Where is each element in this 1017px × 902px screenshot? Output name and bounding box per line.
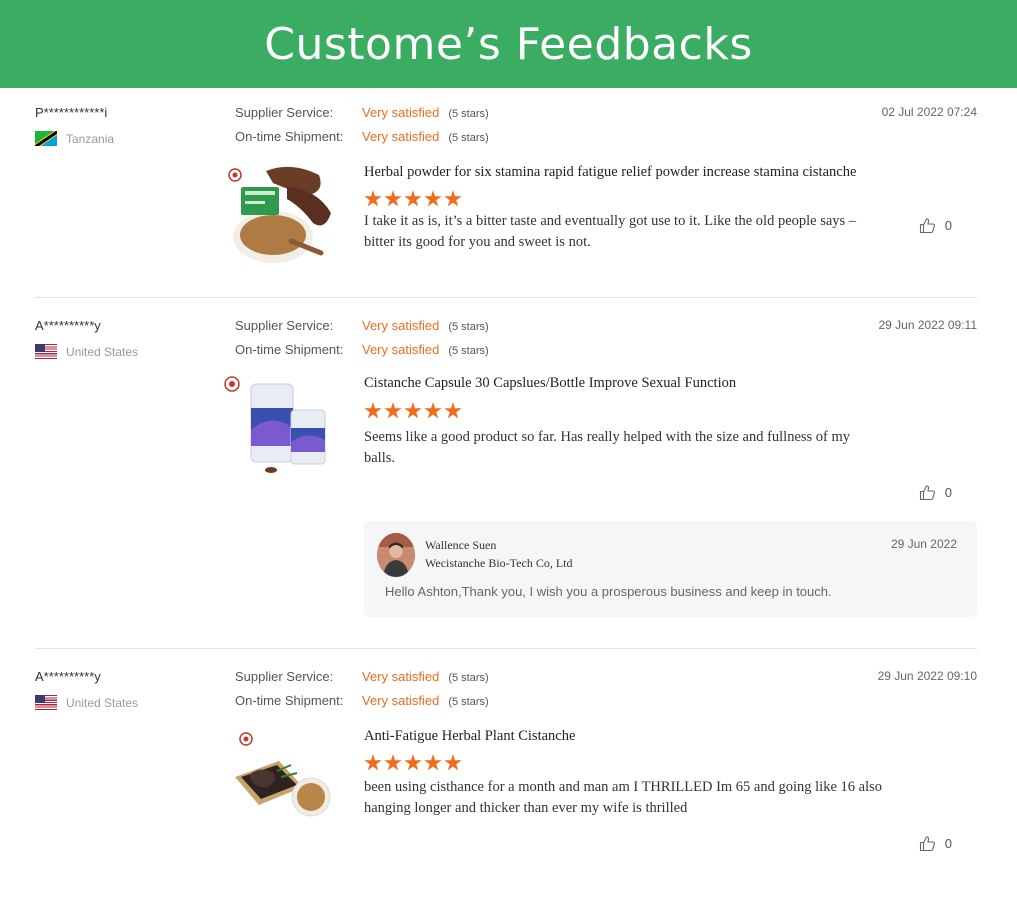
product-thumbnail[interactable] (221, 372, 339, 480)
star-icon (384, 754, 402, 771)
us-flag-icon (35, 695, 57, 710)
review-item: A**********y United States Supplier Serv… (35, 318, 977, 628)
country-name: United States (66, 695, 139, 710)
star-icon (424, 754, 442, 771)
reply-text: Hello Ashton,Thank you, I wish you a pro… (385, 584, 832, 599)
us-flag-icon (35, 344, 57, 359)
buyer-country: United States (35, 695, 138, 710)
product-title[interactable]: Herbal powder for six stamina rapid fati… (364, 164, 856, 181)
ontime-shipment-value: Very satisfied (362, 129, 440, 144)
divider (35, 297, 977, 298)
ontime-shipment-value: Very satisfied (362, 693, 440, 708)
supplier-reply: Wallence Suen Wecistanche Bio-Tech Co, L… (364, 521, 977, 617)
review-date: 29 Jun 2022 09:11 (878, 318, 977, 332)
thumbs-up-icon (919, 218, 935, 234)
star-icon (444, 754, 462, 771)
avatar (377, 533, 415, 577)
ontime-shipment-label: On-time Shipment: (235, 342, 344, 357)
star-icon (384, 190, 402, 207)
star-icon (364, 754, 382, 771)
supplier-service-stars: (5 stars) (448, 672, 489, 684)
reply-company: Wecistanche Bio-Tech Co, Ltd (425, 556, 573, 570)
supplier-service-rating: Supplier Service: Very satisfied (5 star… (235, 105, 489, 120)
review-date: 02 Jul 2022 07:24 (881, 105, 977, 119)
star-icon (424, 190, 442, 207)
star-icon (404, 190, 422, 207)
star-rating (364, 402, 462, 420)
reply-author-name: Wallence Suen (425, 538, 497, 552)
review-text: I take it as is, it’s a bitter taste and… (364, 213, 857, 250)
star-icon (364, 402, 382, 419)
product-thumbnail[interactable] (221, 725, 339, 833)
star-icon (404, 402, 422, 419)
ontime-shipment-value: Very satisfied (362, 342, 440, 357)
supplier-service-value: Very satisfied (362, 318, 440, 333)
buyer-name: A**********y (35, 669, 101, 684)
reply-date: 29 Jun 2022 (890, 537, 957, 551)
ontime-shipment-label: On-time Shipment: (235, 693, 344, 708)
divider (35, 648, 977, 649)
thumbs-up-icon (919, 836, 935, 852)
country-name: Tanzania (66, 131, 115, 146)
product-title[interactable]: Cistanche Capsule 30 Capslues/Bottle Imp… (364, 375, 736, 392)
like-count: 0 (944, 485, 952, 500)
ontime-shipment-stars: (5 stars) (448, 345, 489, 357)
star-rating (364, 190, 462, 208)
ontime-shipment-stars: (5 stars) (448, 132, 489, 144)
buyer-name: P************i (35, 105, 108, 120)
supplier-service-stars: (5 stars) (448, 321, 489, 333)
star-icon (424, 402, 442, 419)
star-icon (444, 190, 462, 207)
review-text: Seems like a good product so far. Has re… (364, 429, 851, 466)
supplier-service-label: Supplier Service: (235, 105, 334, 120)
star-icon (364, 190, 382, 207)
product-title[interactable]: Anti-Fatigue Herbal Plant Cistanche (364, 728, 575, 745)
ontime-shipment-stars: (5 stars) (448, 696, 489, 708)
star-icon (444, 402, 462, 419)
review-date: 29 Jun 2022 09:10 (877, 669, 977, 683)
star-icon (404, 754, 422, 771)
supplier-service-value: Very satisfied (362, 669, 440, 684)
ontime-shipment-label: On-time Shipment: (235, 129, 344, 144)
star-rating (364, 754, 462, 772)
product-thumbnail[interactable] (221, 161, 339, 269)
tanzania-flag-icon (35, 131, 57, 146)
page-title: Custome’s Feedbacks (264, 18, 753, 70)
review-item: P************i Tanzania Supplier Service… (35, 105, 977, 280)
like-button[interactable]: 0 (919, 835, 952, 852)
supplier-service-rating: Supplier Service: Very satisfied (5 star… (235, 318, 489, 333)
supplier-service-rating: Supplier Service: Very satisfied (5 star… (235, 669, 489, 684)
buyer-name: A**********y (35, 318, 101, 333)
ontime-shipment-rating: On-time Shipment: Very satisfied (5 star… (235, 693, 489, 708)
supplier-service-stars: (5 stars) (448, 108, 489, 120)
like-button[interactable]: 0 (919, 217, 952, 234)
ontime-shipment-rating: On-time Shipment: Very satisfied (5 star… (235, 342, 489, 357)
supplier-service-value: Very satisfied (362, 105, 440, 120)
page-header: Custome’s Feedbacks (0, 0, 1017, 88)
buyer-country: United States (35, 344, 138, 359)
star-icon (384, 402, 402, 419)
review-text: been using cisthance for a month and man… (364, 779, 882, 816)
review-item: A**********y United States Supplier Serv… (35, 669, 977, 859)
like-button[interactable]: 0 (919, 484, 952, 501)
like-count: 0 (944, 836, 952, 851)
thumbs-up-icon (919, 485, 935, 501)
supplier-service-label: Supplier Service: (235, 318, 334, 333)
like-count: 0 (944, 218, 952, 233)
ontime-shipment-rating: On-time Shipment: Very satisfied (5 star… (235, 129, 489, 144)
supplier-service-label: Supplier Service: (235, 669, 334, 684)
country-name: United States (66, 344, 139, 359)
buyer-country: Tanzania (35, 131, 114, 146)
